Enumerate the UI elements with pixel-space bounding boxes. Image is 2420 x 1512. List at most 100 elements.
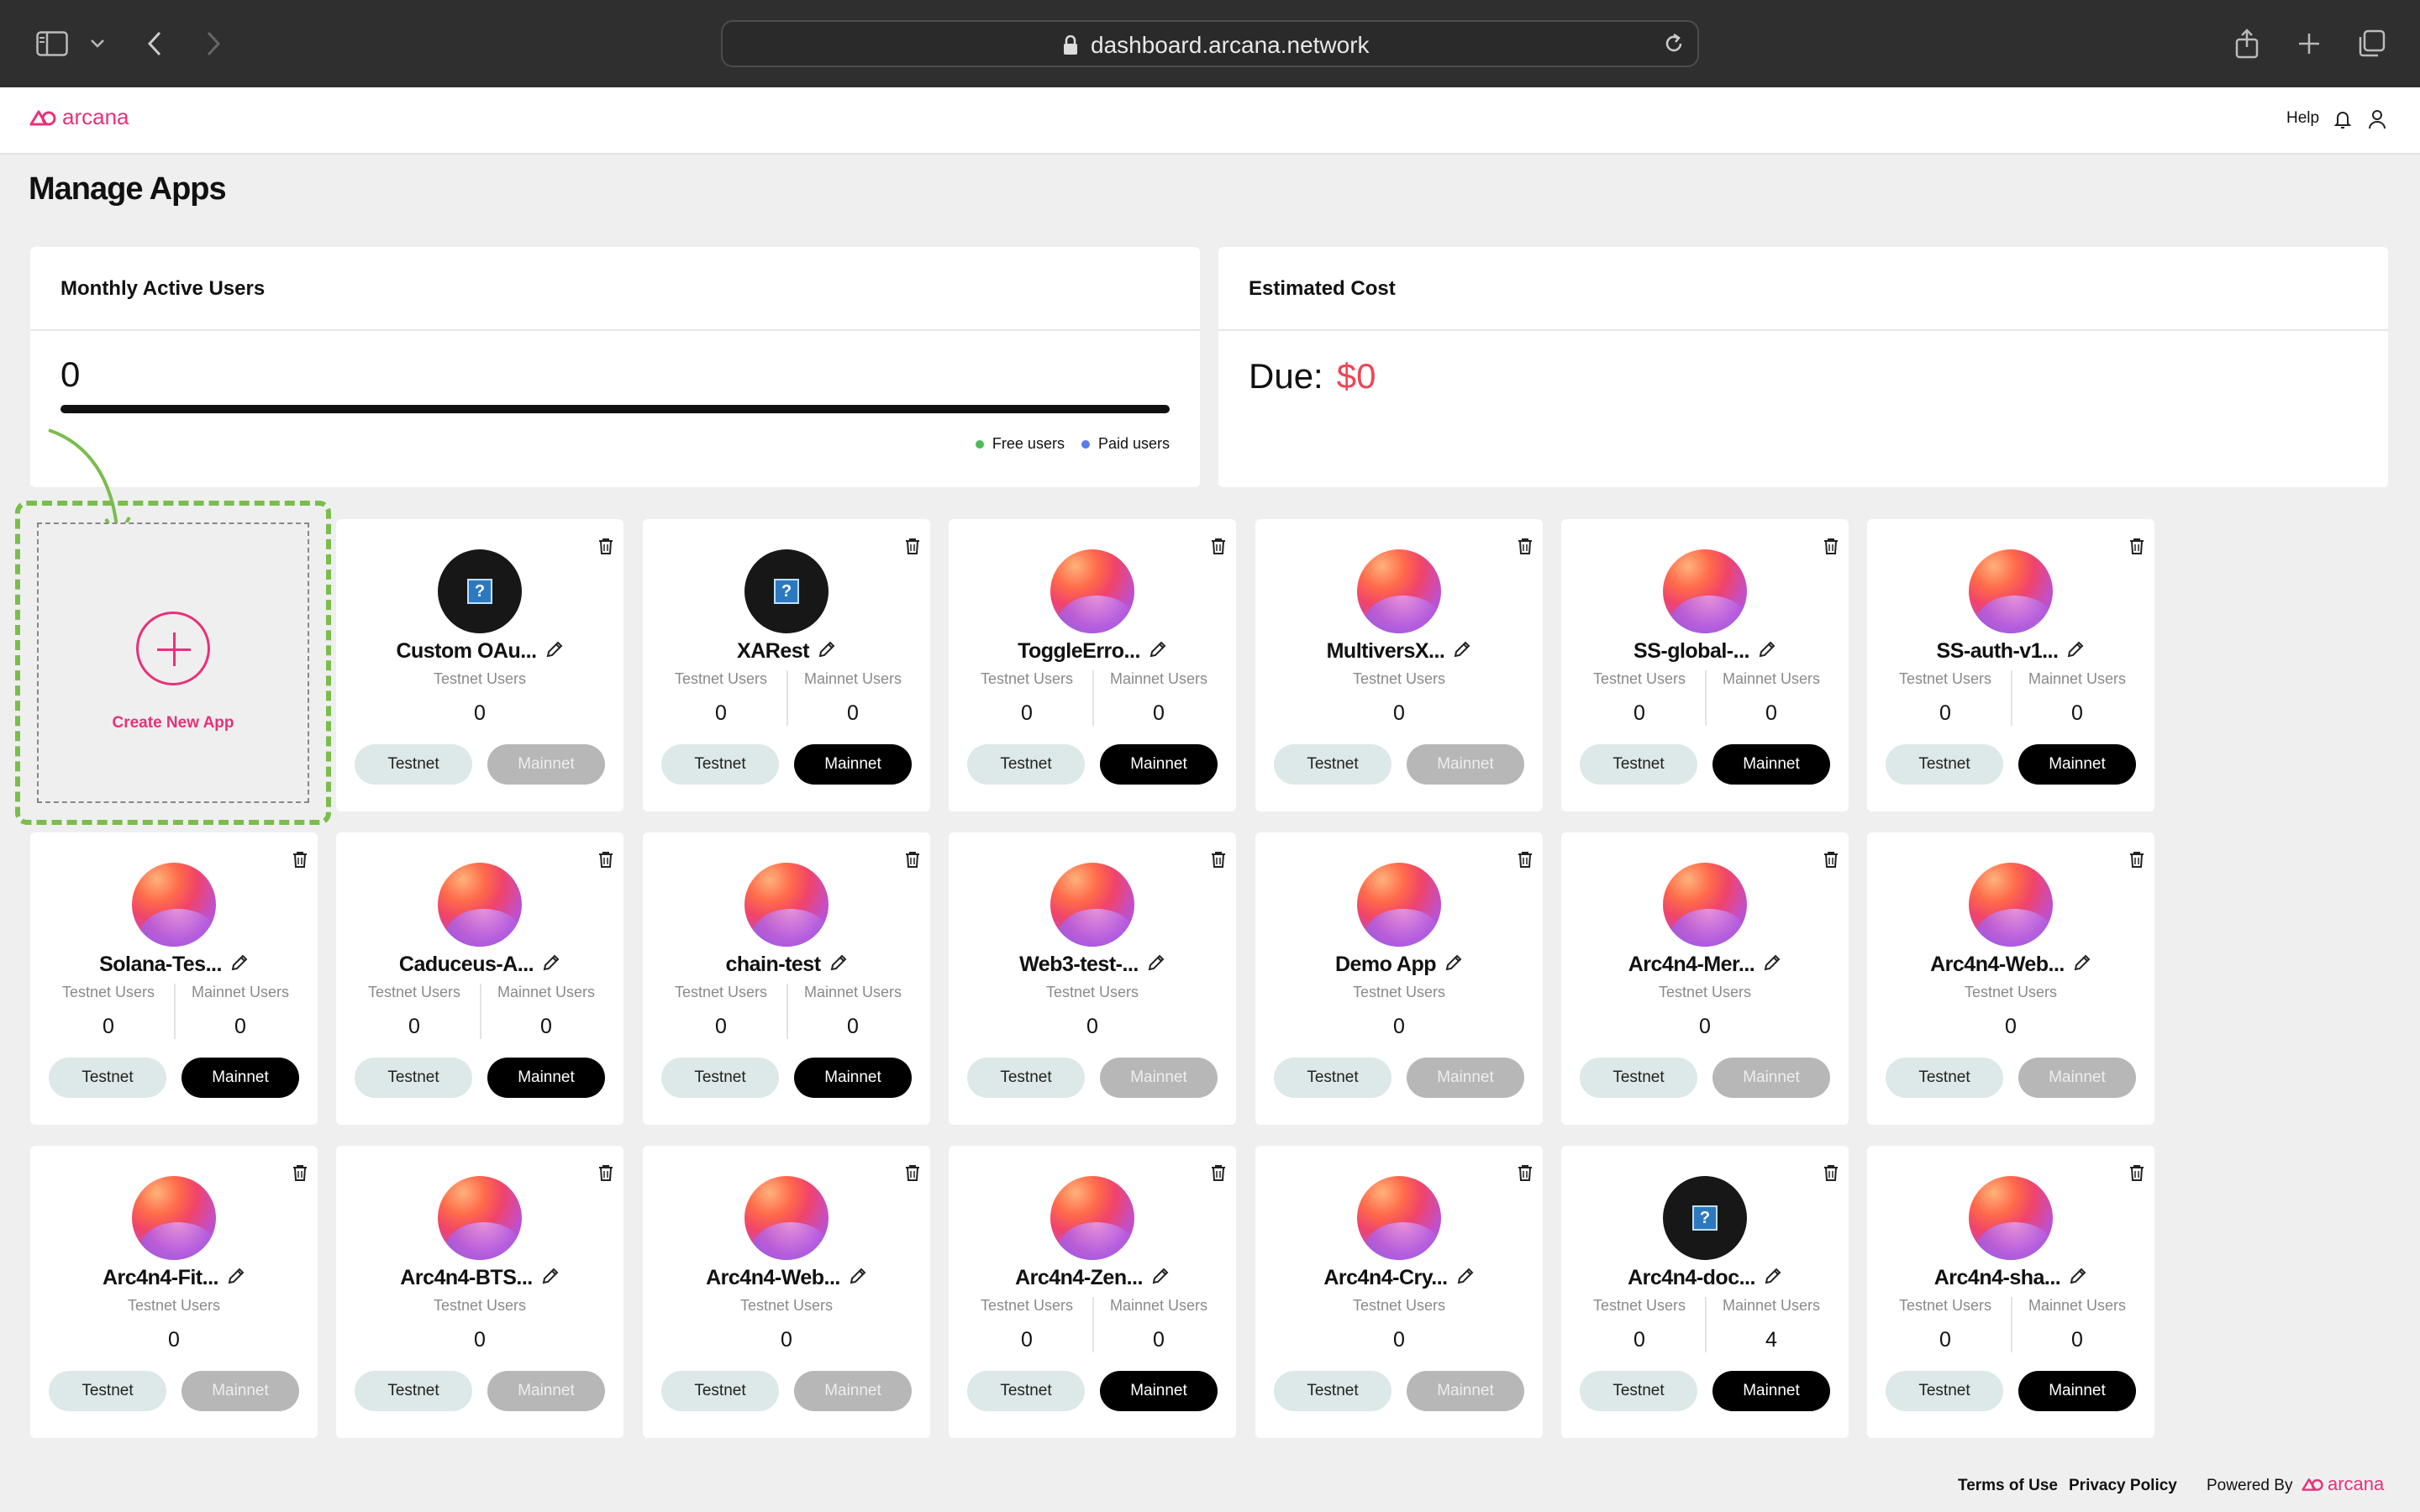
chevron-down-icon[interactable]	[79, 25, 116, 62]
mainnet-button[interactable]: Mainnet	[1407, 744, 1524, 785]
testnet-button[interactable]: Testnet	[355, 744, 472, 785]
app-card[interactable]: ? XARest Testnet Users 0 Mainnet Users 0 Testn…	[643, 519, 930, 811]
app-card[interactable]: Demo App Testnet Users 0 Testnet Mainnet	[1255, 832, 1543, 1125]
app-card[interactable]: Arc4n4-Web... Testnet Users 0 Testnet Mainne…	[643, 1146, 930, 1438]
app-card[interactable]: chain-test Testnet Users 0 Mainnet Users 0 Te…	[643, 832, 930, 1125]
mainnet-button[interactable]: Mainnet	[2018, 744, 2136, 785]
testnet-button[interactable]: Testnet	[967, 1058, 1085, 1098]
privacy-link[interactable]: Privacy Policy	[2069, 1477, 2177, 1495]
testnet-button[interactable]: Testnet	[1580, 1371, 1697, 1411]
testnet-button[interactable]: Testnet	[355, 1371, 472, 1411]
arcana-logo[interactable]: arcana	[29, 104, 129, 130]
app-card[interactable]: ? Custom OAu... Testnet Users 0 Testnet Mainn…	[336, 519, 623, 811]
edit-pencil-icon[interactable]	[849, 1267, 867, 1289]
mainnet-button[interactable]: Mainnet	[1100, 1058, 1218, 1098]
edit-pencil-icon[interactable]	[230, 953, 249, 976]
edit-pencil-icon[interactable]	[1758, 640, 1776, 663]
trash-icon[interactable]	[1823, 538, 1839, 559]
testnet-button[interactable]: Testnet	[1886, 1371, 2003, 1411]
edit-pencil-icon[interactable]	[1147, 953, 1165, 976]
app-card[interactable]: Arc4n4-Cry... Testnet Users 0 Testnet Mainne…	[1255, 1146, 1543, 1438]
testnet-button[interactable]: Testnet	[661, 1371, 779, 1411]
mainnet-button[interactable]: Mainnet	[182, 1371, 299, 1411]
sidebar-toggle-icon[interactable]	[34, 25, 71, 62]
edit-pencil-icon[interactable]	[1763, 953, 1781, 976]
mainnet-button[interactable]: Mainnet	[1712, 744, 1830, 785]
edit-pencil-icon[interactable]	[545, 640, 564, 663]
terms-link[interactable]: Terms of Use	[1958, 1477, 2058, 1495]
bell-icon[interactable]	[2333, 109, 2352, 134]
edit-pencil-icon[interactable]	[1149, 640, 1167, 663]
app-card[interactable]: Caduceus-A... Testnet Users 0 Mainnet Users…	[336, 832, 623, 1125]
trash-icon[interactable]	[2129, 538, 2144, 559]
mainnet-button[interactable]: Mainnet	[487, 744, 605, 785]
trash-icon[interactable]	[2129, 851, 2144, 872]
testnet-button[interactable]: Testnet	[1580, 744, 1697, 785]
edit-pencil-icon[interactable]	[2073, 953, 2091, 976]
trash-icon[interactable]	[905, 538, 920, 559]
mainnet-button[interactable]: Mainnet	[2018, 1371, 2136, 1411]
app-card[interactable]: ToggleErro... Testnet Users 0 Mainnet Users…	[949, 519, 1236, 811]
create-new-app-card[interactable]: Create New App	[37, 522, 309, 803]
testnet-button[interactable]: Testnet	[1274, 1058, 1392, 1098]
testnet-button[interactable]: Testnet	[49, 1371, 166, 1411]
app-card[interactable]: Solana-Tes... Testnet Users 0 Mainnet Users…	[30, 832, 318, 1125]
mainnet-button[interactable]: Mainnet	[794, 744, 912, 785]
mainnet-button[interactable]: Mainnet	[1100, 744, 1218, 785]
edit-pencil-icon[interactable]	[829, 953, 848, 976]
edit-pencil-icon[interactable]	[542, 953, 560, 976]
trash-icon[interactable]	[1211, 538, 1226, 559]
edit-pencil-icon[interactable]	[2069, 1267, 2087, 1289]
mainnet-button[interactable]: Mainnet	[1100, 1371, 1218, 1411]
trash-icon[interactable]	[292, 851, 308, 872]
app-card[interactable]: Arc4n4-Zen... Testnet Users 0 Mainnet Users…	[949, 1146, 1236, 1438]
edit-pencil-icon[interactable]	[1151, 1267, 1170, 1289]
edit-pencil-icon[interactable]	[227, 1267, 245, 1289]
trash-icon[interactable]	[598, 1164, 613, 1185]
testnet-button[interactable]: Testnet	[661, 744, 779, 785]
address-bar[interactable]: dashboard.arcana.network	[721, 20, 1699, 67]
mainnet-button[interactable]: Mainnet	[1712, 1058, 1830, 1098]
new-tab-icon[interactable]	[2291, 25, 2328, 62]
testnet-button[interactable]: Testnet	[1886, 744, 2003, 785]
mainnet-button[interactable]: Mainnet	[794, 1058, 912, 1098]
app-card[interactable]: ? Arc4n4-doc... Testnet Users 0 Mainnet User…	[1561, 1146, 1849, 1438]
app-card[interactable]: Arc4n4-Fit... Testnet Users 0 Testnet Mainne…	[30, 1146, 318, 1438]
app-card[interactable]: Arc4n4-Mer... Testnet Users 0 Testnet Mainne…	[1561, 832, 1849, 1125]
trash-icon[interactable]	[1518, 851, 1533, 872]
app-card[interactable]: Arc4n4-BTS... Testnet Users 0 Testnet Mainne…	[336, 1146, 623, 1438]
back-icon[interactable]	[136, 25, 173, 62]
trash-icon[interactable]	[1211, 851, 1226, 872]
trash-icon[interactable]	[1211, 1164, 1226, 1185]
edit-pencil-icon[interactable]	[818, 640, 836, 663]
trash-icon[interactable]	[1823, 851, 1839, 872]
testnet-button[interactable]: Testnet	[355, 1058, 472, 1098]
testnet-button[interactable]: Testnet	[1886, 1058, 2003, 1098]
testnet-button[interactable]: Testnet	[49, 1058, 166, 1098]
testnet-button[interactable]: Testnet	[967, 1371, 1085, 1411]
mainnet-button[interactable]: Mainnet	[182, 1058, 299, 1098]
mainnet-button[interactable]: Mainnet	[794, 1371, 912, 1411]
help-link[interactable]: Help	[2286, 109, 2319, 128]
testnet-button[interactable]: Testnet	[661, 1058, 779, 1098]
mainnet-button[interactable]: Mainnet	[1712, 1371, 1830, 1411]
mainnet-button[interactable]: Mainnet	[487, 1371, 605, 1411]
trash-icon[interactable]	[598, 851, 613, 872]
app-card[interactable]: Web3-test-... Testnet Users 0 Testnet Mainne…	[949, 832, 1236, 1125]
mainnet-button[interactable]: Mainnet	[1407, 1371, 1524, 1411]
user-icon[interactable]	[2368, 109, 2386, 134]
edit-pencil-icon[interactable]	[1444, 953, 1463, 976]
trash-icon[interactable]	[1823, 1164, 1839, 1185]
testnet-button[interactable]: Testnet	[1274, 1371, 1392, 1411]
trash-icon[interactable]	[2129, 1164, 2144, 1185]
testnet-button[interactable]: Testnet	[1274, 744, 1392, 785]
mainnet-button[interactable]: Mainnet	[1407, 1058, 1524, 1098]
app-card[interactable]: SS-global-... Testnet Users 0 Mainnet Users…	[1561, 519, 1849, 811]
app-card[interactable]: SS-auth-v1... Testnet Users 0 Mainnet Users…	[1867, 519, 2154, 811]
trash-icon[interactable]	[905, 1164, 920, 1185]
edit-pencil-icon[interactable]	[2066, 640, 2085, 663]
forward-icon[interactable]	[195, 25, 232, 62]
trash-icon[interactable]	[1518, 538, 1533, 559]
edit-pencil-icon[interactable]	[1764, 1267, 1782, 1289]
app-card[interactable]: Arc4n4-sha... Testnet Users 0 Mainnet Users…	[1867, 1146, 2154, 1438]
